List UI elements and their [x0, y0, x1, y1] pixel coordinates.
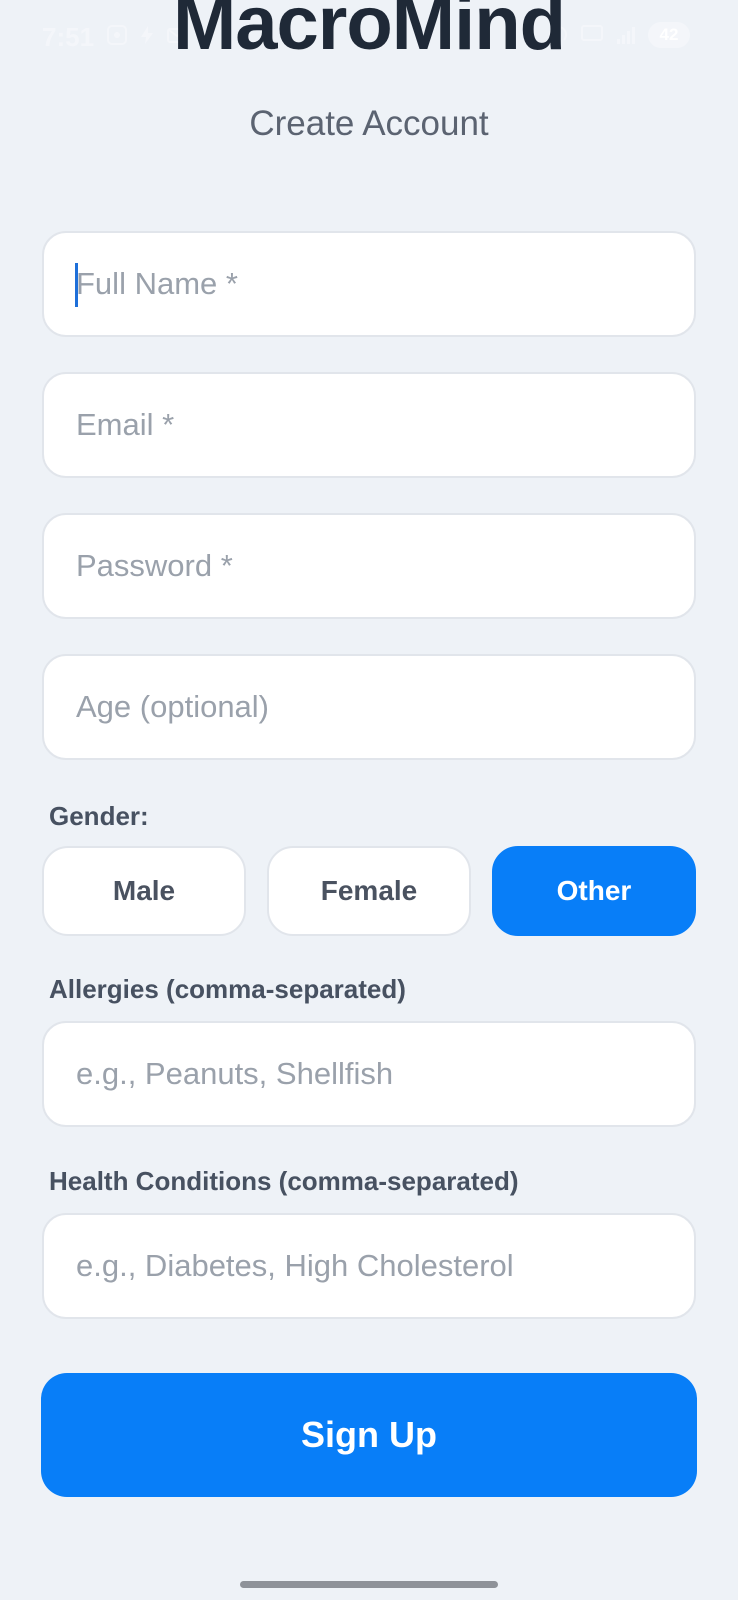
- email-input[interactable]: [44, 374, 694, 476]
- allergies-label: Allergies (comma-separated): [49, 974, 406, 1004]
- password-field: [42, 513, 696, 619]
- full-name-input[interactable]: [44, 233, 694, 335]
- gender-option-other[interactable]: Other: [492, 846, 696, 936]
- allergies-input[interactable]: [44, 1023, 694, 1125]
- gender-label: Gender:: [49, 801, 149, 831]
- full-name-field: [42, 231, 696, 337]
- page-subtitle: Create Account: [249, 104, 489, 143]
- age-input[interactable]: [44, 656, 694, 758]
- text-cursor: [75, 263, 78, 307]
- home-indicator[interactable]: [240, 1581, 498, 1588]
- health-conditions-input[interactable]: [44, 1215, 694, 1317]
- gender-option-female[interactable]: Female: [267, 846, 471, 936]
- age-field: [42, 654, 696, 760]
- allergies-field: [42, 1021, 696, 1127]
- password-input[interactable]: [44, 515, 694, 617]
- health-conditions-label: Health Conditions (comma-separated): [49, 1166, 519, 1196]
- gender-option-male[interactable]: Male: [42, 846, 246, 936]
- app-title: MacroMind: [172, 0, 566, 66]
- sign-up-button[interactable]: Sign Up: [41, 1373, 697, 1497]
- email-field: [42, 372, 696, 478]
- health-conditions-field: [42, 1213, 696, 1319]
